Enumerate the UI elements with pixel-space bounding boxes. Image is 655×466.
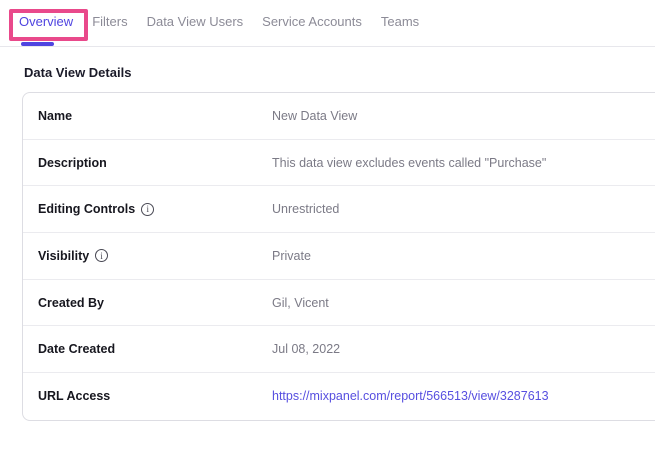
tab-filters[interactable]: Filters xyxy=(92,15,127,29)
row-value: This data view excludes events called "P… xyxy=(272,156,546,170)
tab-overview[interactable]: Overview xyxy=(19,15,73,29)
page-title: Data View Details xyxy=(24,65,655,80)
info-icon[interactable]: i xyxy=(141,203,154,216)
row-value: Jul 08, 2022 xyxy=(272,342,340,356)
row-label: Created By xyxy=(38,296,272,310)
table-row-created-by: Created By Gil, Vicent xyxy=(23,280,655,327)
row-label: Name xyxy=(38,109,272,123)
row-value: Unrestricted xyxy=(272,202,339,216)
tab-teams[interactable]: Teams xyxy=(381,15,419,29)
row-value: Gil, Vicent xyxy=(272,296,329,310)
table-row-editing-controls: Editing Controls i Unrestricted xyxy=(23,186,655,233)
tab-bar: Overview Filters Data View Users Service… xyxy=(0,0,655,47)
table-row-date-created: Date Created Jul 08, 2022 xyxy=(23,326,655,373)
table-row-url-access: URL Access https://mixpanel.com/report/5… xyxy=(23,373,655,420)
row-label: URL Access xyxy=(38,389,272,403)
data-view-url-link[interactable]: https://mixpanel.com/report/566513/view/… xyxy=(272,389,549,403)
data-view-details-card: Name New Data View Description This data… xyxy=(22,92,655,421)
tab-data-view-users[interactable]: Data View Users xyxy=(147,15,244,29)
row-label: Description xyxy=(38,156,272,170)
table-row-name: Name New Data View xyxy=(23,93,655,140)
row-value: Private xyxy=(272,249,311,263)
row-label: Visibility i xyxy=(38,249,272,263)
table-row-description: Description This data view excludes even… xyxy=(23,140,655,187)
row-value: https://mixpanel.com/report/566513/view/… xyxy=(272,389,549,403)
table-row-visibility: Visibility i Private xyxy=(23,233,655,280)
row-label: Editing Controls i xyxy=(38,202,272,216)
active-tab-indicator xyxy=(21,42,54,46)
info-icon[interactable]: i xyxy=(95,249,108,262)
tab-service-accounts[interactable]: Service Accounts xyxy=(262,15,362,29)
row-value: New Data View xyxy=(272,109,357,123)
row-label: Date Created xyxy=(38,342,272,356)
